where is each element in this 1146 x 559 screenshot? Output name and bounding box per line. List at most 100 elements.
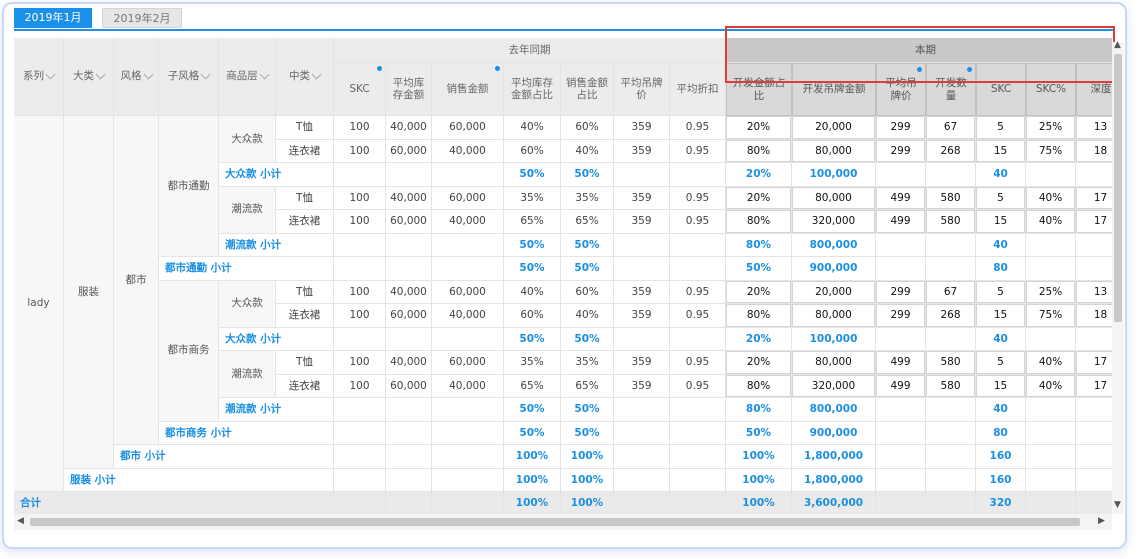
group-header-last-year: 去年同期 [334, 38, 726, 63]
empty-cell [432, 233, 504, 257]
tab-2019-01[interactable]: 2019年1月 [14, 8, 92, 28]
measure-header-12[interactable]: SKC% [1026, 63, 1076, 116]
empty-cell [1076, 398, 1112, 422]
header-substyle[interactable]: 子风格 [159, 38, 219, 116]
subtotal-cell: 1,800,000 [792, 468, 876, 492]
chevron-down-icon[interactable] [143, 69, 153, 80]
subtotal-cell: 100% [726, 445, 792, 469]
header-category[interactable]: 大类 [64, 38, 114, 116]
data-cell: 40% [1026, 351, 1076, 375]
header-style[interactable]: 风格 [114, 38, 159, 116]
data-cell: 80,000 [792, 351, 876, 375]
empty-cell [386, 445, 432, 469]
tab-2019-02[interactable]: 2019年2月 [102, 8, 182, 28]
data-cell: 320,000 [792, 210, 876, 234]
subtotal-cell: 100% [726, 492, 792, 514]
empty-cell [1026, 233, 1076, 257]
empty-cell [876, 492, 926, 514]
data-cell: 20% [726, 186, 792, 210]
data-cell: 40,000 [386, 186, 432, 210]
header-series[interactable]: 系列 [14, 38, 64, 116]
measure-header-11[interactable]: SKC [976, 63, 1026, 116]
header-layer[interactable]: 商品层 [219, 38, 276, 116]
measure-header-0[interactable]: SKC [334, 63, 386, 116]
data-cell: 15 [976, 374, 1026, 398]
data-cell: 0.95 [670, 186, 726, 210]
data-cell: 40,000 [432, 374, 504, 398]
subtotal-cell: 50% [726, 421, 792, 445]
data-cell: 499 [876, 186, 926, 210]
measure-header-3[interactable]: 平均库存金额占比 [504, 63, 561, 116]
empty-cell [614, 257, 670, 281]
empty-cell [876, 233, 926, 257]
measure-header-8[interactable]: 开发吊牌金额 [792, 63, 876, 116]
subtotal-cell: 50% [561, 233, 614, 257]
chevron-down-icon[interactable] [45, 69, 56, 80]
measure-header-1[interactable]: 平均库存金额 [386, 63, 432, 116]
subtotal-cell: 900,000 [792, 257, 876, 281]
measure-header-2[interactable]: 销售金额 [432, 63, 504, 116]
subtotal-cell: 50% [504, 257, 561, 281]
data-cell: 100 [334, 116, 386, 140]
empty-cell [334, 257, 386, 281]
data-cell: 20,000 [792, 116, 876, 140]
empty-cell [386, 421, 432, 445]
empty-cell [386, 233, 432, 257]
chevron-down-icon[interactable] [311, 69, 322, 80]
data-cell: 0.95 [670, 280, 726, 304]
measure-header-10[interactable]: 开发数量 [926, 63, 976, 116]
subtotal-cell: 100% [561, 445, 614, 469]
chevron-down-icon[interactable] [259, 69, 270, 80]
empty-cell [876, 445, 926, 469]
empty-cell [614, 398, 670, 422]
empty-cell [334, 398, 386, 422]
empty-cell [670, 398, 726, 422]
horizontal-scroll-thumb[interactable] [30, 518, 1080, 526]
header-class[interactable]: 中类 [276, 38, 334, 116]
measure-header-6[interactable]: 平均折扣 [670, 63, 726, 116]
data-cell: 35% [561, 186, 614, 210]
data-cell: 580 [926, 374, 976, 398]
cell-class: T恤 [276, 351, 334, 375]
subtotal-cell: 50% [561, 163, 614, 187]
empty-cell [334, 468, 386, 492]
scroll-up-icon[interactable]: ▲ [1114, 40, 1121, 50]
horizontal-scrollbar[interactable]: ◀ ▶ [14, 514, 1112, 530]
data-cell: 80,000 [792, 186, 876, 210]
empty-cell [1026, 445, 1076, 469]
data-cell: 35% [504, 351, 561, 375]
data-cell: 80,000 [792, 304, 876, 328]
scroll-right-icon[interactable]: ▶ [1098, 516, 1105, 526]
scroll-down-icon[interactable]: ▼ [1114, 500, 1121, 510]
measure-header-13[interactable]: 深度 [1076, 63, 1112, 116]
data-cell: 359 [614, 351, 670, 375]
scroll-left-icon[interactable]: ◀ [17, 516, 24, 526]
vertical-scrollbar[interactable]: ▲ ▼ [1112, 40, 1124, 514]
data-cell: 60,000 [432, 351, 504, 375]
data-cell: 40% [561, 304, 614, 328]
chevron-down-icon[interactable] [200, 69, 211, 80]
subtotal-label: 服装 小计 [64, 468, 334, 492]
indicator-dot-icon [495, 66, 500, 71]
vertical-scroll-thumb[interactable] [1114, 54, 1122, 322]
chevron-down-icon[interactable] [95, 69, 106, 80]
empty-cell [334, 327, 386, 351]
subtotal-cell: 100% [504, 492, 561, 514]
empty-cell [670, 468, 726, 492]
measure-header-9[interactable]: 平均吊牌价 [876, 63, 926, 116]
data-cell: 499 [876, 210, 926, 234]
data-cell: 100 [334, 139, 386, 163]
empty-cell [432, 421, 504, 445]
subtotal-cell: 50% [504, 233, 561, 257]
subtotal-cell: 1,800,000 [792, 445, 876, 469]
measure-header-7[interactable]: 开发金额占比 [726, 63, 792, 116]
measure-header-5[interactable]: 平均吊牌价 [614, 63, 670, 116]
empty-cell [334, 445, 386, 469]
measure-header-4[interactable]: 销售金额占比 [561, 63, 614, 116]
data-cell: 0.95 [670, 351, 726, 375]
empty-cell [670, 421, 726, 445]
data-cell: 67 [926, 280, 976, 304]
subtotal-cell: 50% [561, 257, 614, 281]
data-cell: 65% [504, 374, 561, 398]
empty-cell [926, 163, 976, 187]
